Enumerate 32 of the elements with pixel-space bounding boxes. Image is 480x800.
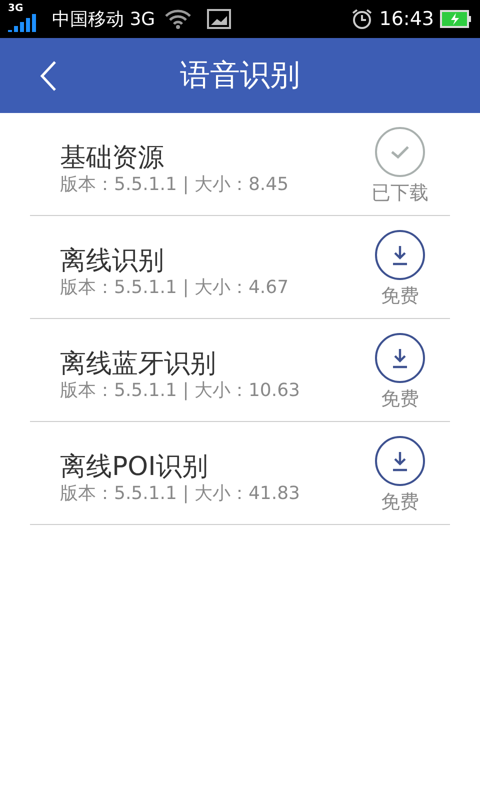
download-button[interactable] <box>375 230 425 280</box>
package-info: 版本：5.5.1.1 | 大小：4.67 <box>60 277 290 299</box>
package-info: 版本：5.5.1.1 | 大小：41.83 <box>60 483 302 505</box>
package-name: 离线识别 <box>60 245 165 277</box>
package-name: 离线POI识别 <box>60 451 209 483</box>
battery-icon <box>440 10 472 28</box>
status-label: 免费 <box>381 490 419 515</box>
package-name: 离线蓝牙识别 <box>60 348 217 380</box>
package-row[interactable]: 基础资源 版本：5.5.1.1 | 大小：8.45 已下载 <box>30 113 450 216</box>
status-label: 免费 <box>381 284 419 309</box>
download-icon <box>390 346 410 369</box>
package-name: 基础资源 <box>60 142 165 174</box>
wifi-icon <box>165 9 192 29</box>
download-button[interactable] <box>375 332 425 383</box>
download-button[interactable] <box>375 436 425 486</box>
status-label: 免费 <box>381 386 419 412</box>
package-info: 版本：5.5.1.1 | 大小：10.63 <box>60 380 302 402</box>
clock-time: 16:43 <box>379 6 434 32</box>
package-row[interactable]: 离线蓝牙识别 版本：5.5.1.1 | 大小：10.63 免费 <box>30 319 450 422</box>
signal-icon <box>8 14 38 32</box>
alarm-icon <box>351 8 374 30</box>
package-row[interactable]: 离线POI识别 版本：5.5.1.1 | 大小：41.83 免费 <box>30 422 450 525</box>
download-icon <box>390 244 410 266</box>
carrier-name: 中国移动 3G <box>52 8 156 32</box>
image-icon <box>207 9 232 29</box>
network-type-label: 3G <box>8 4 24 14</box>
status-label: 已下载 <box>372 180 428 206</box>
back-icon <box>39 60 57 92</box>
package-row[interactable]: 离线识别 版本：5.5.1.1 | 大小：4.67 免费 <box>30 216 450 319</box>
package-info: 版本：5.5.1.1 | 大小：8.45 <box>60 174 290 196</box>
download-icon <box>390 450 410 472</box>
page-title: 语音识别 <box>180 57 300 95</box>
